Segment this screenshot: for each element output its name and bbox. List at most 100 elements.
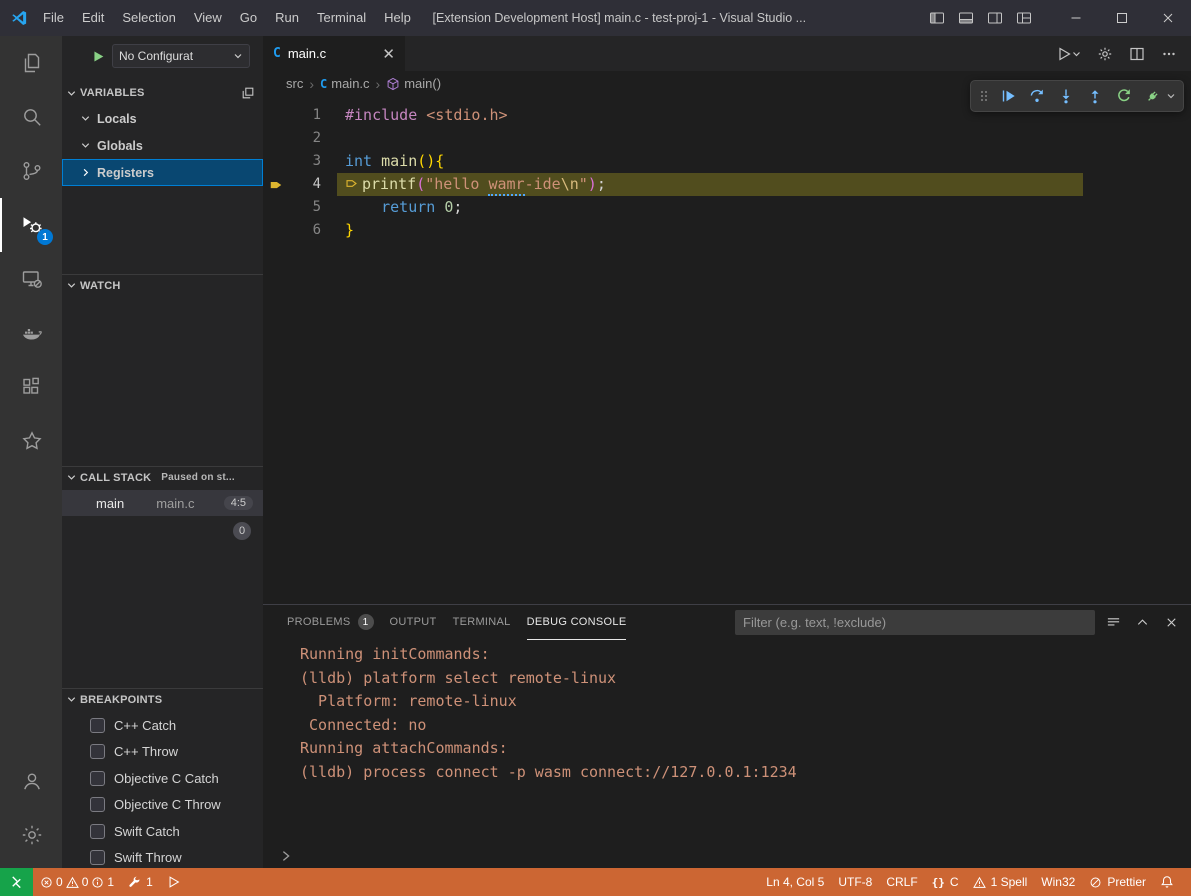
- breadcrumb-symbol[interactable]: main(): [386, 76, 441, 91]
- debug-config-dropdown[interactable]: No Configurat: [112, 44, 250, 68]
- formatter-status[interactable]: Prettier: [1082, 868, 1153, 896]
- cursor-position[interactable]: Ln 4, Col 5: [759, 868, 831, 896]
- line-number: 5: [289, 196, 321, 219]
- panel-tab-output[interactable]: OUTPUT: [390, 605, 437, 640]
- activitybar-remote-explorer[interactable]: [0, 252, 62, 306]
- close-tab-icon[interactable]: ✕: [382, 45, 395, 63]
- toolbar-grip-handle[interactable]: [978, 88, 990, 104]
- run-or-debug-button[interactable]: [1057, 46, 1081, 62]
- start-debug-button[interactable]: [92, 50, 105, 63]
- line-number: 2: [289, 127, 321, 150]
- breakpoint-checkbox[interactable]: [90, 797, 105, 812]
- notifications-bell-icon[interactable]: [1153, 868, 1181, 896]
- breakpoint-row[interactable]: Objective C Catch: [62, 765, 263, 792]
- step-into-button[interactable]: [1053, 83, 1079, 109]
- step-over-button[interactable]: [1024, 83, 1050, 109]
- breakpoint-row[interactable]: Objective C Throw: [62, 792, 263, 819]
- editor-settings-gear-icon[interactable]: [1097, 46, 1113, 62]
- breakpoint-checkbox[interactable]: [90, 718, 105, 733]
- restart-button[interactable]: [1111, 83, 1137, 109]
- customize-layout-icon[interactable]: [1010, 5, 1037, 32]
- breakpoints-section-header[interactable]: BREAKPOINTS: [62, 688, 263, 710]
- debug-current-line-arrow-icon[interactable]: [263, 178, 289, 192]
- continue-button[interactable]: [995, 83, 1021, 109]
- breakpoint-row[interactable]: Swift Throw: [62, 845, 263, 869]
- platform-status[interactable]: Win32: [1034, 868, 1082, 896]
- breakpoint-row[interactable]: C++ Catch: [62, 712, 263, 739]
- callstack-frame[interactable]: main main.c 4:5: [62, 490, 263, 516]
- breakpoint-row[interactable]: C++ Throw: [62, 739, 263, 766]
- maximize-panel-chevron-icon[interactable]: [1135, 615, 1150, 630]
- close-button[interactable]: [1145, 0, 1191, 36]
- c-file-icon: C: [320, 77, 327, 91]
- breakpoint-checkbox[interactable]: [90, 771, 105, 786]
- activitybar-favorites[interactable]: [0, 414, 62, 468]
- toggle-primary-sidebar-icon[interactable]: [923, 5, 950, 32]
- menubar: FileEditSelectionViewGoRunTerminalHelp: [34, 6, 420, 30]
- menu-file[interactable]: File: [34, 6, 73, 30]
- toggle-panel-icon[interactable]: [952, 5, 979, 32]
- panel-tab-problems[interactable]: PROBLEMS1: [287, 605, 374, 640]
- activitybar-source-control[interactable]: [0, 144, 62, 198]
- panel-tab-debug-console[interactable]: DEBUG CONSOLE: [527, 605, 627, 640]
- variables-section-header[interactable]: VARIABLES: [62, 82, 263, 104]
- activitybar-settings[interactable]: [0, 808, 62, 862]
- menu-help[interactable]: Help: [375, 6, 420, 30]
- code-line-4[interactable]: 4printf("hello wamr-ide\n");: [263, 173, 1191, 196]
- disconnect-button[interactable]: [1140, 83, 1166, 109]
- activitybar-accounts[interactable]: [0, 754, 62, 808]
- toggle-secondary-sidebar-icon[interactable]: [981, 5, 1008, 32]
- circle-slash-icon: [1089, 876, 1102, 889]
- split-editor-icon[interactable]: [1129, 46, 1145, 62]
- activitybar-run-and-debug[interactable]: 1: [0, 198, 62, 252]
- activitybar-extensions[interactable]: [0, 360, 62, 414]
- menu-terminal[interactable]: Terminal: [308, 6, 375, 30]
- breakpoint-row[interactable]: Swift Catch: [62, 818, 263, 845]
- variables-item-registers[interactable]: Registers: [62, 159, 263, 186]
- code-editor[interactable]: 1#include <stdio.h>23int main(){4printf(…: [263, 96, 1191, 242]
- eol-status[interactable]: CRLF: [879, 868, 924, 896]
- breakpoint-checkbox[interactable]: [90, 744, 105, 759]
- menu-edit[interactable]: Edit: [73, 6, 113, 30]
- variables-item-locals[interactable]: Locals: [62, 105, 263, 132]
- variables-item-globals[interactable]: Globals: [62, 132, 263, 159]
- more-actions-icon[interactable]: [1161, 46, 1177, 62]
- minimize-button[interactable]: [1053, 0, 1099, 36]
- tab-main-c[interactable]: C main.c ✕: [263, 36, 405, 71]
- panel-copy-icon[interactable]: [241, 86, 255, 100]
- activitybar-search[interactable]: [0, 90, 62, 144]
- debug-status-icon[interactable]: [160, 868, 188, 896]
- breakpoint-checkbox[interactable]: [90, 850, 105, 865]
- activitybar-explorer[interactable]: [0, 36, 62, 90]
- frame-file: main.c: [156, 496, 194, 511]
- activitybar-docker[interactable]: [0, 306, 62, 360]
- console-filter-input[interactable]: [735, 610, 1095, 635]
- menu-go[interactable]: Go: [231, 6, 266, 30]
- remote-indicator[interactable]: [0, 868, 33, 896]
- close-panel-icon[interactable]: [1164, 615, 1179, 630]
- encoding-status[interactable]: UTF-8: [831, 868, 879, 896]
- tools-status[interactable]: 1: [121, 868, 160, 896]
- chevron-down-icon[interactable]: [1166, 91, 1178, 101]
- menu-view[interactable]: View: [185, 6, 231, 30]
- code-line-2[interactable]: 2: [263, 127, 1191, 150]
- breakpoints-title: BREAKPOINTS: [80, 694, 162, 706]
- code-line-5[interactable]: 5 return 0;: [263, 196, 1191, 219]
- breadcrumb-file[interactable]: Cmain.c: [320, 76, 370, 91]
- callstack-section-header[interactable]: CALL STACK Paused on st...: [62, 466, 263, 488]
- problems-status[interactable]: 0 0 1: [33, 868, 121, 896]
- spell-status[interactable]: 1 Spell: [966, 868, 1035, 896]
- panel-tab-terminal[interactable]: TERMINAL: [453, 605, 511, 640]
- menu-run[interactable]: Run: [266, 6, 308, 30]
- watch-section-header[interactable]: WATCH: [62, 274, 263, 296]
- filter-list-icon[interactable]: [1106, 615, 1121, 630]
- maximize-button[interactable]: [1099, 0, 1145, 36]
- step-out-button[interactable]: [1082, 83, 1108, 109]
- language-mode[interactable]: {}C: [925, 868, 966, 896]
- code-line-6[interactable]: 6}: [263, 219, 1191, 242]
- breakpoint-checkbox[interactable]: [90, 824, 105, 839]
- console-input-chevron-icon[interactable]: [279, 849, 293, 863]
- breadcrumb-folder[interactable]: src: [286, 76, 303, 91]
- menu-selection[interactable]: Selection: [113, 6, 184, 30]
- code-line-3[interactable]: 3int main(){: [263, 150, 1191, 173]
